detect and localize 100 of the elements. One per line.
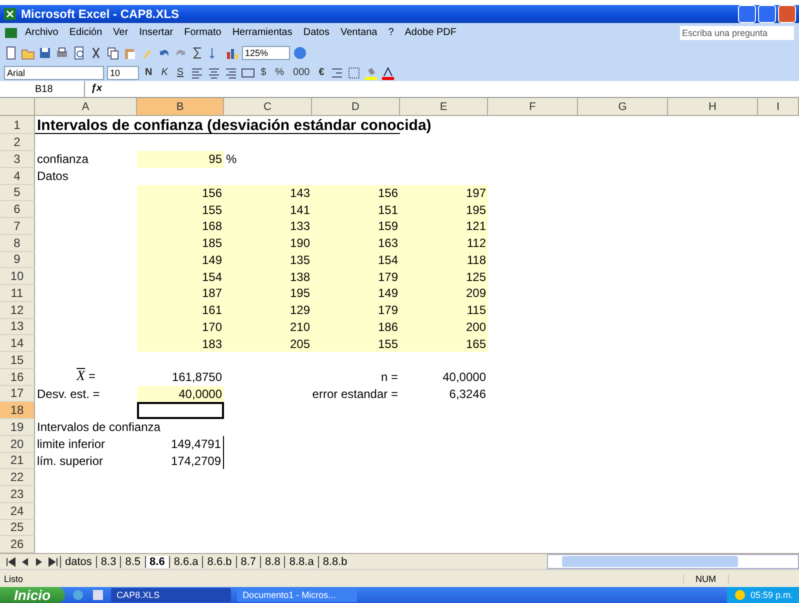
app-icon[interactable] — [90, 588, 105, 602]
percent-button[interactable]: % — [272, 67, 288, 78]
menu-item[interactable]: Adobe PDF — [400, 27, 460, 38]
column-header[interactable]: G — [578, 98, 668, 116]
zoom-dropdown[interactable]: 125% — [242, 46, 290, 60]
row-header[interactable]: 25 — [0, 520, 35, 536]
column-header[interactable]: B — [137, 98, 224, 116]
copy-icon[interactable] — [106, 46, 120, 60]
column-header[interactable]: I — [758, 98, 799, 116]
row-header[interactable]: 10 — [0, 268, 35, 285]
cell-text: Datos — [37, 169, 68, 184]
row-header[interactable]: 15 — [0, 352, 35, 369]
menu-item[interactable]: Datos — [299, 27, 334, 38]
thousands-button[interactable]: 000 — [290, 67, 313, 78]
bold-button[interactable]: N — [142, 67, 156, 78]
column-header[interactable]: D — [312, 98, 400, 116]
column-header[interactable]: F — [488, 98, 578, 116]
cell-value: 155 — [202, 202, 222, 217]
font-color-icon[interactable] — [381, 66, 396, 80]
horizontal-scrollbar[interactable] — [547, 554, 799, 569]
row-header[interactable]: 20 — [0, 436, 35, 452]
row-header[interactable]: 18 — [0, 402, 35, 419]
indent-icon[interactable] — [330, 66, 344, 80]
row-header[interactable]: 14 — [0, 335, 35, 352]
minimize-button[interactable] — [738, 5, 756, 24]
menu-item[interactable]: Ver — [109, 27, 132, 38]
sheet-tab[interactable]: 8.6.b — [202, 556, 236, 568]
menu-item[interactable]: Archivo — [21, 27, 62, 38]
font-size-dropdown[interactable]: 10 — [107, 66, 139, 80]
sheet-tab[interactable]: 8.7 — [236, 556, 260, 568]
cell-value: 156 — [378, 186, 398, 200]
column-header[interactable]: H — [668, 98, 758, 116]
menu-item[interactable]: Formato — [180, 27, 226, 38]
font-dropdown[interactable]: Arial — [4, 66, 104, 80]
row-header[interactable]: 4 — [0, 168, 35, 184]
row-header[interactable]: 5 — [0, 184, 35, 202]
taskbar-window-button[interactable]: Documento1 - Micros... — [236, 588, 357, 602]
column-header[interactable]: C — [224, 98, 312, 116]
sheet-tab[interactable]: 8.3 — [96, 556, 120, 568]
column-header[interactable]: E — [400, 98, 488, 116]
cell-value: 200 — [466, 320, 486, 334]
sheet-tab[interactable]: 8.8.a — [284, 556, 318, 568]
column-header[interactable]: A — [35, 98, 137, 116]
cell-value: 151 — [378, 202, 398, 217]
save-icon[interactable] — [38, 46, 52, 60]
row-header[interactable]: 24 — [0, 502, 35, 520]
taskbar-window-button[interactable]: CAP8.XLS — [110, 588, 231, 602]
function-button[interactable]: ƒx — [85, 81, 108, 98]
menu-item[interactable]: Edición — [65, 27, 106, 38]
sheet-tab[interactable]: 8.8 — [260, 556, 284, 568]
row-header[interactable]: 19 — [0, 419, 35, 436]
sheet-tab[interactable]: 8.6 — [144, 556, 169, 568]
fill-color-icon[interactable] — [364, 66, 378, 80]
row-header[interactable]: 26 — [0, 536, 35, 553]
first-sheet-icon[interactable] — [4, 554, 18, 568]
menu-item[interactable]: Herramientas — [228, 27, 296, 38]
currency-button[interactable]: $ — [258, 67, 270, 78]
row-header[interactable]: 16 — [0, 368, 35, 386]
name-box[interactable]: B18 — [0, 81, 85, 98]
restore-button[interactable] — [758, 5, 776, 24]
row-header[interactable]: 17 — [0, 386, 35, 402]
align-center-icon[interactable] — [206, 66, 221, 80]
align-left-icon[interactable] — [190, 66, 204, 80]
menu-item[interactable]: Insertar — [135, 27, 178, 38]
italic-button[interactable]: K — [158, 67, 171, 78]
help-icon[interactable] — [293, 46, 307, 60]
row-header[interactable]: 8 — [0, 234, 35, 252]
row-header[interactable]: 12 — [0, 302, 35, 318]
cell-value: 149 — [378, 286, 398, 300]
cell-value: 135 — [290, 252, 310, 267]
row-header[interactable]: 9 — [0, 252, 35, 268]
row-header[interactable]: 22 — [0, 469, 35, 486]
row-header[interactable]: 6 — [0, 201, 35, 218]
chart-icon[interactable] — [225, 46, 239, 60]
row-header[interactable]: 2 — [0, 134, 35, 151]
merge-icon[interactable] — [240, 66, 255, 80]
new-document-icon[interactable] — [4, 46, 18, 60]
row-header[interactable]: 3 — [0, 151, 35, 168]
borders-icon[interactable] — [347, 66, 362, 80]
underline-button[interactable]: S — [174, 67, 187, 78]
row-header[interactable]: 11 — [0, 285, 35, 302]
cell-value: 125 — [466, 270, 486, 284]
sheet-tab[interactable]: 8.6.a — [168, 556, 202, 568]
row-header[interactable]: 13 — [0, 318, 35, 336]
menu-item[interactable]: Ventana — [336, 27, 382, 38]
row-header[interactable]: 1 — [0, 116, 35, 134]
sheet-tab[interactable]: datos — [60, 556, 96, 568]
row-header[interactable]: 7 — [0, 218, 35, 235]
euro-button[interactable]: € — [316, 67, 328, 78]
last-sheet-icon[interactable] — [46, 554, 60, 568]
sheet-tab[interactable]: 8.8.b — [318, 556, 352, 568]
active-cell[interactable] — [137, 402, 224, 419]
start-button[interactable]: Inicio — [0, 587, 65, 603]
close-button[interactable] — [778, 5, 796, 24]
help-search-field[interactable]: Escriba una pregunta — [679, 24, 795, 41]
align-right-icon[interactable] — [224, 66, 238, 80]
print-preview-icon[interactable] — [72, 46, 86, 60]
row-header[interactable]: 21 — [0, 452, 35, 470]
row-header[interactable]: 23 — [0, 486, 35, 503]
menu-item[interactable]: ? — [384, 27, 398, 38]
